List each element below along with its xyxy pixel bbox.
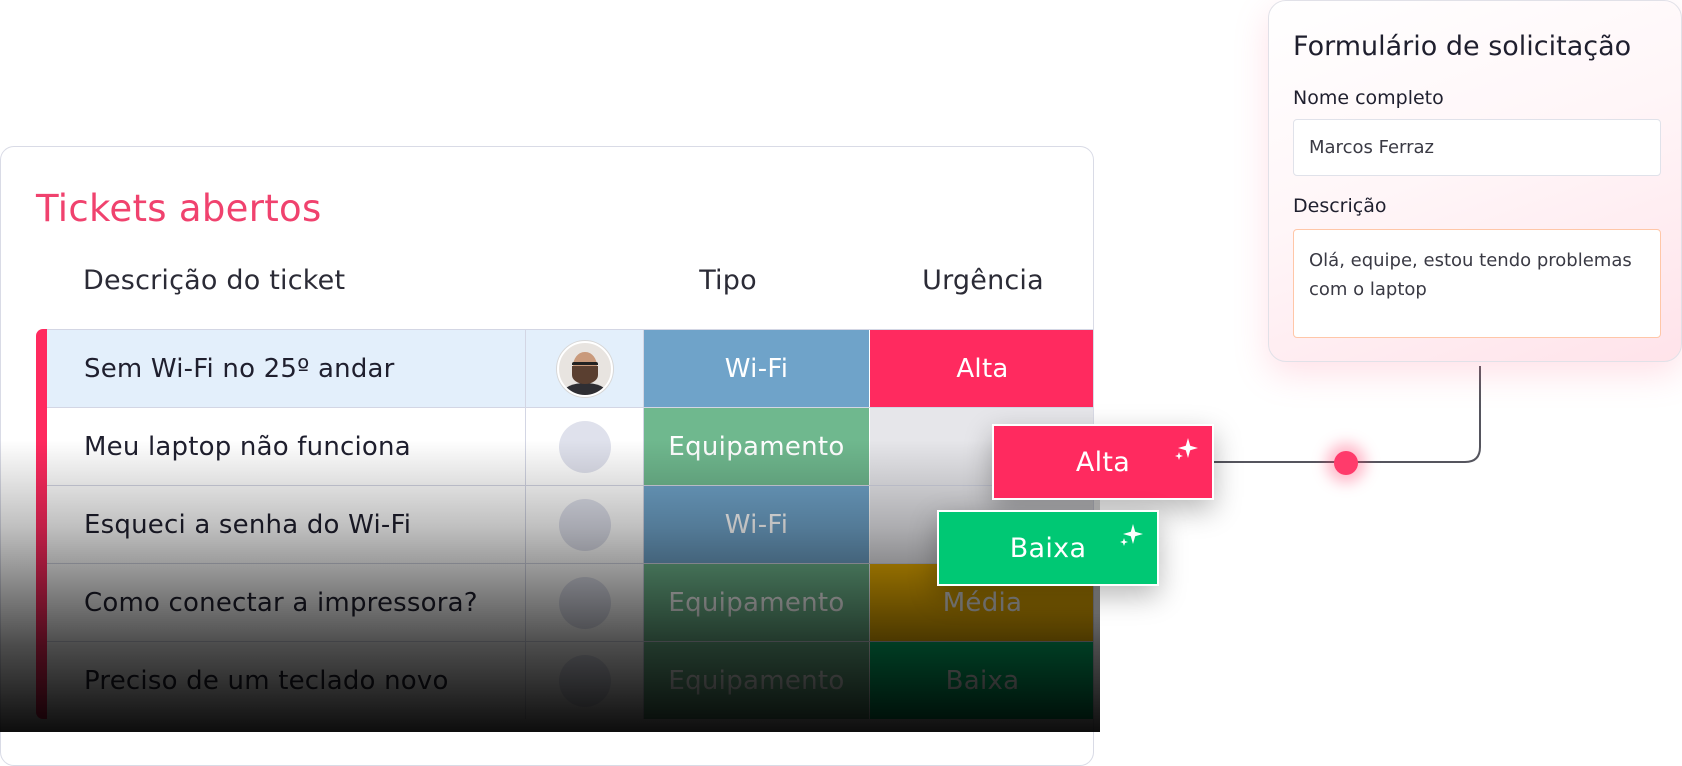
ticket-description[interactable]: Como conectar a impressora? [47,564,526,641]
type-status-cell[interactable]: Equipamento [644,408,870,485]
type-status-cell[interactable]: Equipamento [644,564,870,641]
description-label: Descrição [1293,195,1387,217]
name-label: Nome completo [1293,87,1444,109]
sparkle-icon [1120,524,1143,546]
urgency-status-cell[interactable]: Alta [870,330,1093,407]
connector-pulse-dot [1334,451,1358,475]
description-textarea[interactable]: Olá, equipe, estou tendo problemas com o… [1293,229,1661,338]
person-cell[interactable] [526,564,644,641]
table-row[interactable]: Meu laptop não funciona Equipamento [47,407,1093,485]
full-name-input[interactable]: Marcos Ferraz [1293,119,1661,176]
ai-tag-alta[interactable]: Alta [992,424,1214,500]
ticket-description[interactable]: Preciso de um teclado novo [47,642,526,719]
table-row[interactable]: Preciso de um teclado novo Equipamento B… [47,641,1093,719]
ticket-description[interactable]: Meu laptop não funciona [47,408,526,485]
group-color-bar [36,329,47,719]
table-row[interactable]: Sem Wi-Fi no 25º andar Wi-Fi Alta [47,329,1093,407]
person-cell[interactable] [526,408,644,485]
person-cell[interactable] [526,642,644,719]
sparkle-icon [1175,438,1198,460]
type-status-cell[interactable]: Equipamento [644,642,870,719]
ticket-description[interactable]: Esqueci a senha do Wi-Fi [47,486,526,563]
type-status-cell[interactable]: Wi-Fi [644,486,870,563]
type-status-cell[interactable]: Wi-Fi [644,330,870,407]
person-cell[interactable] [526,486,644,563]
ticket-description[interactable]: Sem Wi-Fi no 25º andar [47,330,526,407]
empty-avatar[interactable] [558,420,611,473]
tickets-board: Tickets abertos Descrição do ticket Tipo… [0,146,1094,766]
empty-avatar[interactable] [558,654,611,707]
column-header-description[interactable]: Descrição do ticket [83,265,345,296]
empty-avatar[interactable] [558,576,611,629]
column-header-type[interactable]: Tipo [644,265,812,296]
request-form: Formulário de solicitação Nome completo … [1268,0,1682,362]
form-title: Formulário de solicitação [1293,31,1632,62]
empty-avatar[interactable] [558,498,611,551]
ai-tag-label: Baixa [1009,532,1087,564]
user-avatar[interactable] [556,340,613,397]
board-title: Tickets abertos [36,187,322,230]
ai-tag-label: Alta [1075,446,1131,478]
ai-tag-baixa[interactable]: Baixa [937,510,1159,586]
column-header-urgency[interactable]: Urgência [871,265,1093,296]
urgency-status-cell[interactable]: Baixa [870,642,1093,719]
person-cell[interactable] [526,330,644,407]
